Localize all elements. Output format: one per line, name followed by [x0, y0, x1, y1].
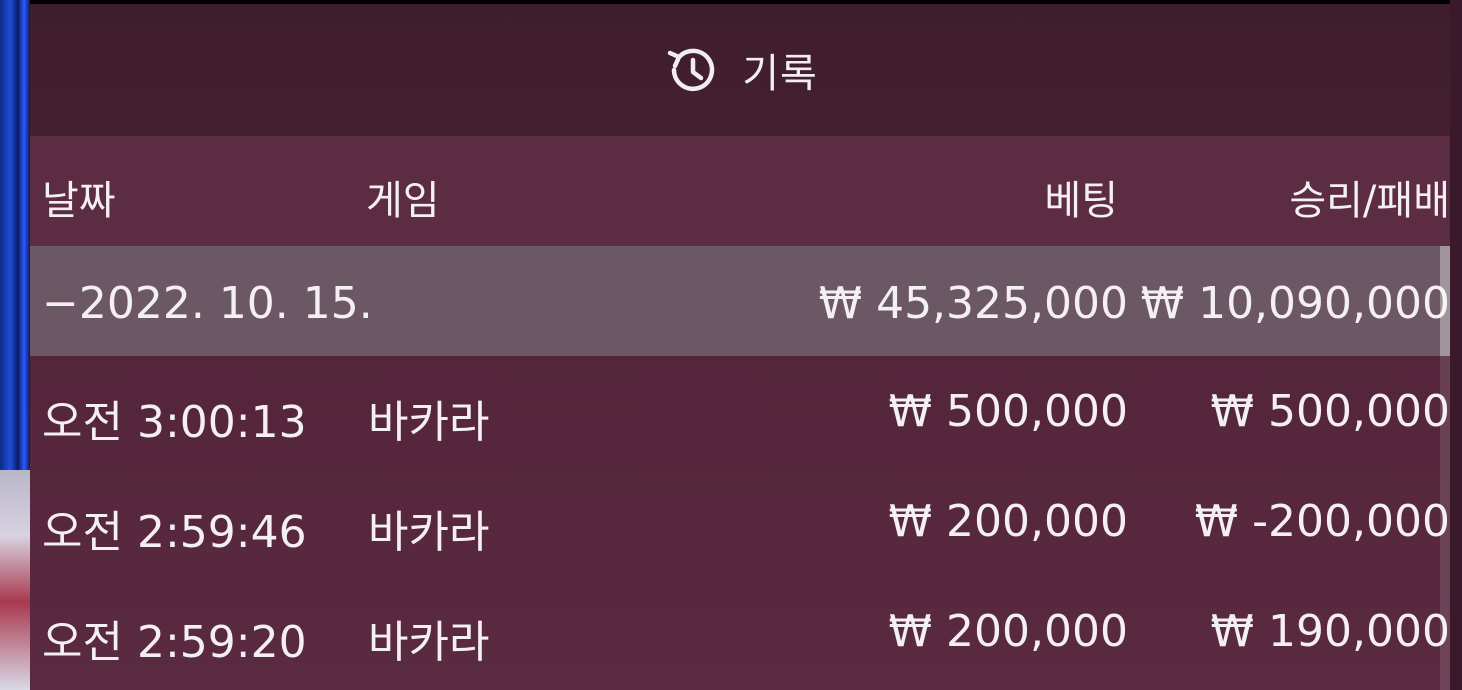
history-table-body: −2022. 10. 15. ₩ 45,325,000 ₩ 10,090,000… [30, 246, 1450, 686]
row-game: 바카라 [368, 617, 490, 668]
history-icon-svg [667, 48, 715, 92]
backdrop-figure [0, 470, 30, 690]
table-row[interactable]: 오전 2:59:20 바카라 ₩ 200,000 ₩ 190,000 [30, 576, 1450, 686]
table-header: 날짜 게임 베팅 승리/패배 [30, 136, 1450, 246]
row-win-loss: ₩ -200,000 [1194, 496, 1450, 547]
row-game: 바카라 [368, 507, 490, 558]
row-bet: ₩ 200,000 [888, 606, 1128, 657]
group-win-loss-total: ₩ 10,090,000 [1140, 278, 1450, 329]
scrollbar-thumb[interactable] [1440, 246, 1450, 356]
date-group-row[interactable]: −2022. 10. 15. ₩ 45,325,000 ₩ 10,090,000 [30, 246, 1450, 356]
row-time: 오전 3:00:13 [42, 397, 307, 448]
group-bet-total: ₩ 45,325,000 [818, 278, 1128, 329]
row-bet: ₩ 200,000 [888, 496, 1128, 547]
table-scrollbar[interactable] [1440, 246, 1450, 690]
table-row[interactable]: 오전 2:59:46 바카라 ₩ 200,000 ₩ -200,000 [30, 466, 1450, 576]
panel-title: 기록 [742, 51, 818, 97]
row-win-loss: ₩ 500,000 [1210, 386, 1450, 437]
row-game: 바카라 [368, 397, 490, 448]
video-backdrop-right [1450, 0, 1462, 690]
row-time: 오전 2:59:20 [42, 617, 307, 668]
table-row[interactable]: 오전 3:00:13 바카라 ₩ 500,000 ₩ 500,000 [30, 356, 1450, 466]
column-header-bet[interactable]: 베팅 [1044, 168, 1118, 226]
group-date: −2022. 10. 15. [42, 278, 373, 329]
column-header-game[interactable]: 게임 [366, 168, 440, 226]
video-backdrop-left [0, 0, 30, 690]
column-header-date[interactable]: 날짜 [42, 168, 116, 226]
column-header-win-loss[interactable]: 승리/패배 [1289, 168, 1450, 226]
row-time: 오전 2:59:46 [42, 507, 307, 558]
row-win-loss: ₩ 190,000 [1210, 606, 1450, 657]
history-icon [662, 41, 720, 99]
panel-header: 기록 [30, 4, 1450, 136]
game-history-screen: 기록 날짜 게임 베팅 승리/패배 −2022. 10. 15. ₩ 45,32… [0, 0, 1462, 690]
row-bet: ₩ 500,000 [888, 386, 1128, 437]
history-panel: 기록 날짜 게임 베팅 승리/패배 −2022. 10. 15. ₩ 45,32… [30, 4, 1450, 690]
